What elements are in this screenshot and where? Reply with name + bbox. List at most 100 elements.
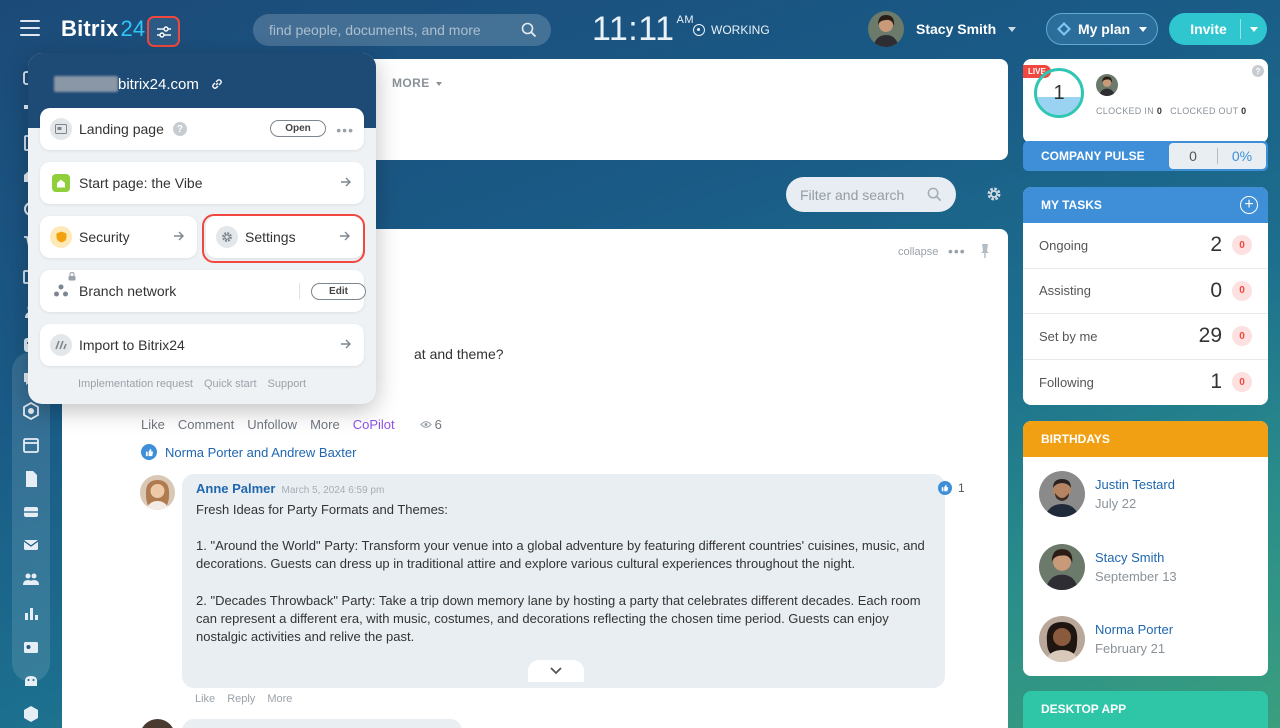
task-label: Set by me	[1039, 328, 1098, 344]
settings-sliders-button[interactable]	[147, 16, 180, 47]
more-options-icon[interactable]: •••	[948, 243, 966, 259]
import-item[interactable]: Import to Bitrix24	[40, 324, 364, 366]
comment-author[interactable]: Anne Palmer	[196, 481, 275, 496]
task-row-following[interactable]: Following 1 0	[1023, 360, 1268, 406]
edit-button[interactable]: Edit	[311, 283, 366, 300]
start-page-item[interactable]: Start page: the Vibe	[40, 162, 364, 204]
quick-start-link[interactable]: Quick start	[204, 378, 257, 390]
shield-icon	[50, 226, 72, 248]
birthdays-widget: BIRTHDAYS Justin Testard July 22 Stacy Sm…	[1023, 421, 1268, 676]
help-icon[interactable]: ?	[172, 122, 187, 136]
copilot-link[interactable]: CoPilot	[353, 417, 395, 432]
settings-highlight	[202, 214, 365, 263]
time-tracker-widget[interactable]: LIVE 1 CLOCKED IN 0 CLOCKED OUT 0 ?	[1023, 59, 1268, 143]
top-bar: Bitrix24 11:11AM WORKING Stacy Smith My …	[0, 0, 1280, 60]
comment-link[interactable]: Comment	[178, 417, 234, 432]
unfollow-link[interactable]: Unfollow	[247, 417, 297, 432]
like-link[interactable]: Like	[141, 417, 165, 432]
calendar-grid-icon[interactable]	[22, 436, 40, 454]
landing-page-item[interactable]: Landing page ? Open •••	[40, 108, 364, 150]
tab-more[interactable]: MORE	[392, 76, 442, 90]
drive-icon[interactable]	[22, 503, 40, 521]
comment-date: March 5, 2024 6:59 pm	[281, 485, 385, 496]
search-input[interactable]	[269, 22, 509, 38]
task-label: Following	[1039, 374, 1094, 390]
filter-search-input[interactable]	[800, 186, 920, 203]
comment-more-link[interactable]: More	[267, 693, 292, 705]
attendance-gauge: 1	[1034, 68, 1084, 118]
work-status-button[interactable]: WORKING	[693, 23, 770, 37]
search-icon[interactable]	[927, 187, 942, 202]
pin-icon[interactable]	[980, 243, 990, 259]
avatar[interactable]	[140, 719, 175, 728]
gear-icon[interactable]	[986, 186, 1002, 202]
link-icon[interactable]	[211, 78, 223, 90]
box-icon[interactable]	[22, 705, 40, 723]
open-button[interactable]: Open	[270, 120, 326, 137]
comment-paragraph: Fresh Ideas for Party Formats and Themes…	[196, 502, 448, 517]
avatar	[1039, 471, 1085, 517]
menu-icon[interactable]	[20, 20, 40, 38]
avatar[interactable]	[140, 475, 175, 510]
birthday-name[interactable]: Stacy Smith	[1095, 550, 1177, 565]
avatar[interactable]	[1096, 74, 1118, 96]
task-count: 29	[1198, 324, 1222, 348]
user-menu[interactable]: Stacy Smith	[868, 11, 1017, 47]
mail-icon[interactable]	[22, 536, 40, 554]
logo-number: 24	[120, 16, 146, 41]
my-plan-button[interactable]: My plan	[1046, 13, 1158, 45]
implementation-request-link[interactable]: Implementation request	[78, 378, 193, 390]
birthday-name[interactable]: Justin Testard	[1095, 477, 1175, 492]
birthday-item[interactable]: Stacy Smith September 13	[1039, 544, 1177, 590]
logo[interactable]: Bitrix24	[61, 16, 145, 42]
comment-text: Fresh Ideas for Party Formats and Themes…	[196, 501, 931, 646]
birthday-item[interactable]: Norma Porter February 21	[1039, 616, 1173, 662]
arrow-right-icon	[341, 339, 351, 349]
invite-button[interactable]: Invite	[1169, 13, 1267, 45]
birthday-item[interactable]: Justin Testard July 22	[1039, 471, 1175, 517]
expand-comment-button[interactable]	[528, 660, 584, 682]
comment	[182, 719, 462, 728]
search-icon[interactable]	[521, 22, 537, 38]
contact-card-icon[interactable]	[22, 638, 40, 656]
import-label: Import to Bitrix24	[79, 337, 185, 353]
start-page-label: Start page: the Vibe	[79, 175, 203, 191]
file-icon[interactable]	[22, 470, 40, 488]
add-task-button[interactable]: +	[1240, 196, 1258, 214]
birthdays-title: BIRTHDAYS	[1023, 421, 1268, 457]
desktop-app-widget[interactable]: DESKTOP APP	[1023, 691, 1268, 728]
more-link[interactable]: More	[310, 417, 340, 432]
task-row-set-by-me[interactable]: Set by me 29 0	[1023, 314, 1268, 360]
post-likes[interactable]: Norma Porter and Andrew Baxter	[141, 444, 356, 460]
search-bar	[253, 14, 551, 46]
task-row-assisting[interactable]: Assisting 0 0	[1023, 269, 1268, 314]
android-icon[interactable]	[22, 672, 40, 690]
view-counter: 6	[419, 417, 442, 432]
help-icon[interactable]: ?	[1252, 65, 1264, 77]
company-pulse-widget[interactable]: COMPANY PULSE 0 0%	[1023, 141, 1268, 171]
security-label: Security	[79, 229, 130, 245]
support-link[interactable]: Support	[268, 378, 307, 390]
collapse-link[interactable]: collapse	[898, 246, 938, 258]
chevron-down-icon	[550, 667, 562, 675]
eye-icon	[419, 421, 432, 428]
more-options-icon[interactable]: •••	[336, 122, 354, 138]
analytics-icon[interactable]	[22, 604, 40, 622]
task-row-ongoing[interactable]: Ongoing 2 0	[1023, 223, 1268, 269]
birthday-name[interactable]: Norma Porter	[1095, 622, 1173, 637]
invite-dropdown[interactable]	[1241, 26, 1267, 32]
comment-like-link[interactable]: Like	[195, 693, 215, 705]
group-icon[interactable]	[22, 570, 40, 588]
birthday-date: February 21	[1095, 641, 1166, 656]
security-item[interactable]: Security	[40, 216, 197, 258]
comment-reply-link[interactable]: Reply	[227, 693, 255, 705]
my-tasks-widget: MY TASKS + Ongoing 2 0 Assisting 0 0 Set…	[1023, 187, 1268, 405]
my-tasks-title: MY TASKS	[1041, 198, 1102, 212]
portal-name: bitrix24.com	[118, 76, 199, 93]
landing-page-label: Landing page	[79, 121, 164, 137]
clocked-in-label: CLOCKED IN	[1096, 106, 1155, 116]
branch-network-item[interactable]: Branch network Edit	[40, 270, 366, 312]
hexagon-icon[interactable]	[22, 402, 40, 420]
comment-likes[interactable]: 1	[938, 481, 965, 495]
import-icon	[50, 334, 72, 356]
